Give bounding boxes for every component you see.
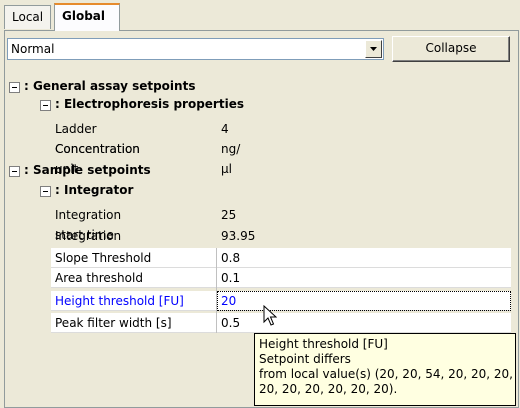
tooltip-line: 20, 20, 20, 20, 20, 20). [259,382,398,396]
value-edit-focus[interactable] [217,291,511,311]
node-label: Sample setpoints [32,163,151,177]
tab-global[interactable]: Global [54,3,120,31]
property-row[interactable]: Slope Threshold 0.8 [51,248,511,268]
property-value: 25 [221,208,237,222]
tooltip: Height threshold [FU] Setpoint differs f… [254,333,516,406]
node-prefix: : [55,97,64,111]
dropdown-arrow-icon[interactable] [365,40,382,58]
mouse-pointer-icon [263,305,277,326]
tooltip-title: Height threshold [FU] [259,337,388,351]
column-divider [216,248,217,333]
property-value: 93.95 [221,229,256,243]
collapse-toggle-icon[interactable] [40,100,51,111]
tree-node-electrophoresis: : Electrophoresis properties [55,94,244,114]
property-name: Slope Threshold [55,251,152,265]
property-value: 0.5 [221,316,241,330]
property-value: 0.8 [221,251,241,265]
property-name: Area threshold [55,271,143,285]
property-row[interactable]: Area threshold 0.1 [51,268,511,288]
view-mode-value: Normal [11,42,55,56]
property-row[interactable]: Peak filter width [s] 0.5 [51,313,511,333]
collapse-toggle-icon[interactable] [9,82,20,93]
collapse-toggle-icon[interactable] [40,186,51,197]
tooltip-line: Setpoint differs [259,352,351,366]
node-prefix: : [24,79,33,93]
tab-local[interactable]: Local [4,5,52,29]
node-prefix: : [55,183,64,197]
tooltip-line: from local value(s) (20, 20, 54, 20, 20,… [259,367,513,381]
property-name: Peak filter width [s] [55,316,172,330]
view-mode-select[interactable]: Normal [7,38,384,60]
tree-node-general: : General assay setpoints [24,76,195,96]
node-prefix: : [24,163,33,177]
property-name: Height threshold [FU] [55,294,184,308]
tab-global-label: Global [62,9,106,23]
collapse-toggle-icon[interactable] [9,166,20,177]
tree-node-sample: : Sample setpoints [24,160,151,180]
node-label: General assay setpoints [32,79,196,93]
tab-local-label: Local [12,10,44,24]
collapse-button[interactable]: Collapse [392,36,510,62]
property-value: ng/µl [221,142,241,176]
property-value: 4 [221,122,229,136]
node-label: Integrator [63,183,134,197]
tree-node-integrator: : Integrator [55,180,133,200]
property-value: 0.1 [221,271,241,285]
node-label: Electrophoresis properties [63,97,244,111]
